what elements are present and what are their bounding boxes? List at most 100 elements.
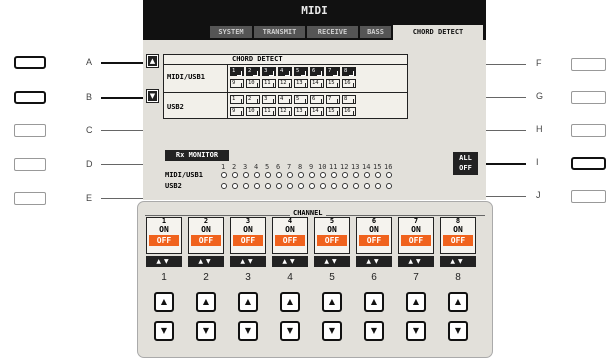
physical-down-button-6[interactable]: ▼ [364,321,384,341]
side-button-i[interactable] [571,157,606,170]
physical-up-button-1[interactable]: ▲ [154,292,174,312]
physical-up-button-7[interactable]: ▲ [406,292,426,312]
physical-button-number-5: 5 [329,272,335,283]
scroll-down-icon[interactable]: ▼ [146,89,159,103]
channel-7-toggle[interactable]: 7 ON OFF [398,217,434,254]
channel-5-toggle[interactable]: 5 ON OFF [314,217,350,254]
channel-4-toggle[interactable]: 4 ON OFF [272,217,308,254]
rx-midi-indicator-13 [353,172,359,178]
up-arrow-icon: ▲ [202,297,210,306]
cd-midi-ch3[interactable]: 3 [262,67,276,76]
cd-usb2-ch1[interactable]: 1 [230,95,244,104]
channel-3-toggle[interactable]: 3 ON OFF [230,217,266,254]
physical-button-number-8: 8 [455,272,461,283]
cd-usb2-ch7[interactable]: 7 [326,95,340,104]
cd-midi-ch11[interactable]: 11 [262,79,276,88]
physical-up-button-2[interactable]: ▲ [196,292,216,312]
cd-usb2-ch14[interactable]: 14 [310,107,324,116]
channel-6-toggle[interactable]: 6 ON OFF [356,217,392,254]
side-button-f[interactable] [571,58,606,71]
cd-usb2-ch8[interactable]: 8 [342,95,356,104]
off-label: OFF [317,235,347,246]
cd-midi-ch15[interactable]: 15 [326,79,340,88]
cd-midi-ch10[interactable]: 10 [246,79,260,88]
physical-down-button-3[interactable]: ▼ [238,321,258,341]
physical-down-button-4[interactable]: ▼ [280,321,300,341]
physical-down-button-8[interactable]: ▼ [448,321,468,341]
rx-ch-num-7: 7 [287,163,292,171]
physical-up-button-8[interactable]: ▲ [448,292,468,312]
physical-up-button-6[interactable]: ▲ [364,292,384,312]
cd-midi-ch14[interactable]: 14 [310,79,324,88]
side-button-g[interactable] [571,91,606,104]
physical-up-button-5[interactable]: ▲ [322,292,342,312]
side-letter-f: F [536,58,542,68]
cd-midi-ch6[interactable]: 6 [310,67,324,76]
cd-midi-ch1[interactable]: 1 [230,67,244,76]
tab-system[interactable]: SYSTEM [210,26,252,38]
on-label: ON [453,225,463,234]
side-button-j[interactable] [571,190,606,203]
cd-midi-ch16[interactable]: 16 [342,79,356,88]
cd-midi-ch7[interactable]: 7 [326,67,340,76]
rx-midi-indicator-14 [364,172,370,178]
side-letter-i: I [536,157,539,167]
cd-midi-ch12[interactable]: 12 [278,79,292,88]
scroll-up-icon[interactable]: ▲ [146,54,159,68]
rx-midi-indicator-9 [309,172,315,178]
side-button-a[interactable] [14,56,46,69]
tab-chord-detect[interactable]: CHORD DETECT [393,25,483,40]
cd-usb2-ch16[interactable]: 16 [342,107,356,116]
cd-midi-ch8[interactable]: 8 [342,67,356,76]
cd-usb2-ch11[interactable]: 11 [262,107,276,116]
rx-midi-indicator-1 [221,172,227,178]
cd-usb2-ch4[interactable]: 4 [278,95,292,104]
channel-3-updown-icon[interactable]: ▲▼ [230,256,266,267]
side-button-b[interactable] [14,91,46,104]
cd-usb2-ch9[interactable]: 9 [230,107,244,116]
physical-down-button-5[interactable]: ▼ [322,321,342,341]
all-off-button[interactable]: ALL OFF [453,152,478,175]
physical-up-button-3[interactable]: ▲ [238,292,258,312]
cd-usb2-ch3[interactable]: 3 [262,95,276,104]
channel-4-updown-icon[interactable]: ▲▼ [272,256,308,267]
side-button-c[interactable] [14,124,46,137]
side-button-d[interactable] [14,158,46,171]
cd-usb2-ch12[interactable]: 12 [278,107,292,116]
tab-bass[interactable]: BASS [360,26,391,38]
off-label: OFF [443,235,473,246]
tab-receive[interactable]: RECEIVE [307,26,358,38]
cd-usb2-ch15[interactable]: 15 [326,107,340,116]
cd-midi-ch5[interactable]: 5 [294,67,308,76]
side-button-e[interactable] [14,192,46,205]
channel-2-updown-icon[interactable]: ▲▼ [188,256,224,267]
side-line-i [486,163,526,165]
channel-7-updown-icon[interactable]: ▲▼ [398,256,434,267]
physical-up-button-4[interactable]: ▲ [280,292,300,312]
off-label: OFF [191,235,221,246]
channel-8-toggle[interactable]: 8 ON OFF [440,217,476,254]
cd-usb2-ch13[interactable]: 13 [294,107,308,116]
channel-1-toggle[interactable]: 1 ON OFF [146,217,182,254]
channel-6-updown-icon[interactable]: ▲▼ [356,256,392,267]
cd-midi-ch9[interactable]: 9 [230,79,244,88]
physical-down-button-1[interactable]: ▼ [154,321,174,341]
physical-down-button-2[interactable]: ▼ [196,321,216,341]
physical-down-button-7[interactable]: ▼ [406,321,426,341]
cd-midi-ch13[interactable]: 13 [294,79,308,88]
channel-5-updown-icon[interactable]: ▲▼ [314,256,350,267]
tab-transmit[interactable]: TRANSMIT [254,26,305,38]
channel-2-toggle[interactable]: 2 ON OFF [188,217,224,254]
rx-midi-indicator-7 [287,172,293,178]
cd-usb2-ch6[interactable]: 6 [310,95,324,104]
channel-1-updown-icon[interactable]: ▲▼ [146,256,182,267]
cd-midi-ch4[interactable]: 4 [278,67,292,76]
cd-usb2-ch10[interactable]: 10 [246,107,260,116]
side-button-h[interactable] [571,124,606,137]
channel-number: 4 [287,217,293,225]
cd-usb2-ch5[interactable]: 5 [294,95,308,104]
cd-usb2-ch2[interactable]: 2 [246,95,260,104]
side-line-c [101,130,143,131]
channel-8-updown-icon[interactable]: ▲▼ [440,256,476,267]
cd-midi-ch2[interactable]: 2 [246,67,260,76]
